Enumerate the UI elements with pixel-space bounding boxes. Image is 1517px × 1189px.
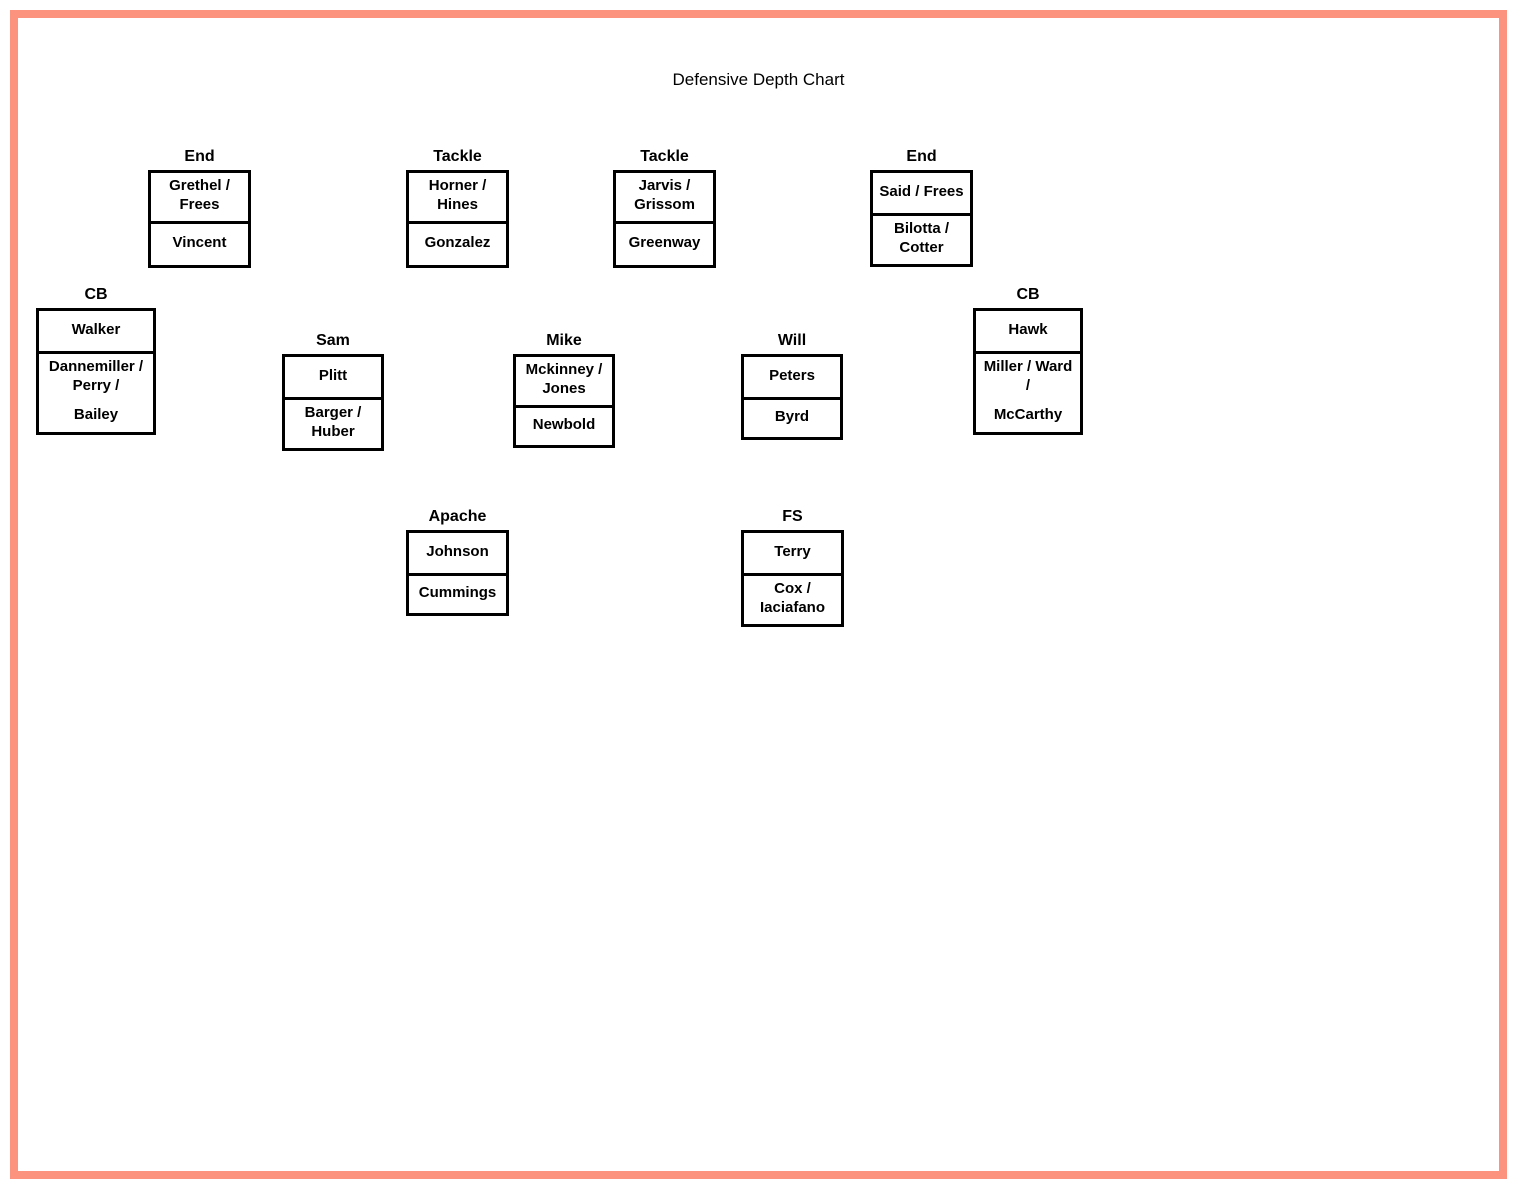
position-label: End bbox=[148, 148, 251, 166]
position-box: Grethel /Frees Vincent bbox=[148, 170, 251, 268]
position-label: Tackle bbox=[406, 148, 509, 166]
position-cb-right: CB Hawk Miller / Ward / McCarthy bbox=[973, 286, 1083, 435]
position-box: Horner / Hines Gonzalez bbox=[406, 170, 509, 268]
position-label: Apache bbox=[406, 508, 509, 526]
position-label: Will bbox=[741, 332, 843, 350]
chart-frame: Defensive Depth Chart End Grethel /Frees… bbox=[10, 10, 1507, 1179]
chart-title: Defensive Depth Chart bbox=[18, 70, 1499, 90]
starter-cell: Walker bbox=[39, 311, 153, 351]
backup-cell: Bilotta /Cotter bbox=[873, 213, 970, 264]
position-box: Said / Frees Bilotta /Cotter bbox=[870, 170, 973, 267]
starter-cell: Peters bbox=[744, 357, 840, 397]
position-box: Peters Byrd bbox=[741, 354, 843, 440]
position-box: Jarvis /Grissom Greenway bbox=[613, 170, 716, 268]
position-end-right: End Said / Frees Bilotta /Cotter bbox=[870, 148, 973, 267]
position-tackle-left: Tackle Horner / Hines Gonzalez bbox=[406, 148, 509, 268]
backup-cell: Cummings bbox=[409, 573, 506, 613]
position-box: Johnson Cummings bbox=[406, 530, 509, 616]
position-end-left: End Grethel /Frees Vincent bbox=[148, 148, 251, 268]
position-box: Plitt Barger / Huber bbox=[282, 354, 384, 451]
third-cell: Bailey bbox=[39, 402, 153, 432]
position-label: Tackle bbox=[613, 148, 716, 166]
starter-cell: Jarvis /Grissom bbox=[616, 173, 713, 221]
backup-cell: Vincent bbox=[151, 221, 248, 265]
starter-cell: Johnson bbox=[409, 533, 506, 573]
backup-cell: Barger / Huber bbox=[285, 397, 381, 448]
starter-cell: Grethel /Frees bbox=[151, 173, 248, 221]
backup-cell: Gonzalez bbox=[409, 221, 506, 265]
starter-cell: Said / Frees bbox=[873, 173, 970, 213]
position-box: Hawk Miller / Ward / McCarthy bbox=[973, 308, 1083, 435]
position-mike: Mike Mckinney /Jones Newbold bbox=[513, 332, 615, 448]
starter-cell: Horner / Hines bbox=[409, 173, 506, 221]
position-label: Sam bbox=[282, 332, 384, 350]
position-label: FS bbox=[741, 508, 844, 526]
position-box: Walker Dannemiller / Perry / Bailey bbox=[36, 308, 156, 435]
starter-cell: Mckinney /Jones bbox=[516, 357, 612, 405]
backup-cell: Greenway bbox=[616, 221, 713, 265]
starter-cell: Terry bbox=[744, 533, 841, 573]
position-label: End bbox=[870, 148, 973, 166]
position-fs: FS Terry Cox /Iaciafano bbox=[741, 508, 844, 627]
position-apache: Apache Johnson Cummings bbox=[406, 508, 509, 616]
position-label: CB bbox=[973, 286, 1083, 304]
position-cb-left: CB Walker Dannemiller / Perry / Bailey bbox=[36, 286, 156, 435]
starter-cell: Hawk bbox=[976, 311, 1080, 351]
backup-cell: Miller / Ward / bbox=[976, 351, 1080, 402]
position-sam: Sam Plitt Barger / Huber bbox=[282, 332, 384, 451]
backup-cell: Newbold bbox=[516, 405, 612, 445]
backup-cell: Dannemiller / Perry / bbox=[39, 351, 153, 402]
position-tackle-right: Tackle Jarvis /Grissom Greenway bbox=[613, 148, 716, 268]
position-box: Terry Cox /Iaciafano bbox=[741, 530, 844, 627]
position-will: Will Peters Byrd bbox=[741, 332, 843, 440]
backup-cell: Byrd bbox=[744, 397, 840, 437]
position-box: Mckinney /Jones Newbold bbox=[513, 354, 615, 448]
third-cell: McCarthy bbox=[976, 402, 1080, 432]
position-label: Mike bbox=[513, 332, 615, 350]
backup-cell: Cox /Iaciafano bbox=[744, 573, 841, 624]
position-label: CB bbox=[36, 286, 156, 304]
starter-cell: Plitt bbox=[285, 357, 381, 397]
